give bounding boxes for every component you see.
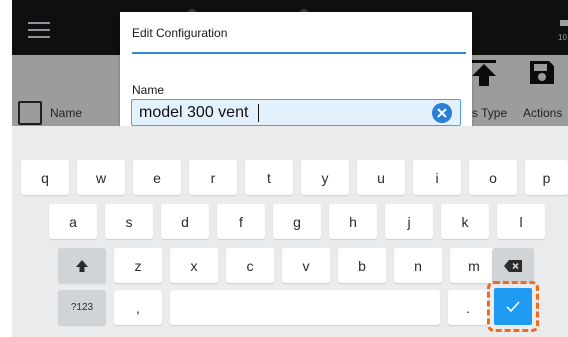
- key-x[interactable]: x: [170, 248, 218, 283]
- period-key[interactable]: .: [448, 290, 488, 325]
- shift-icon: [76, 259, 88, 272]
- hamburger-icon[interactable]: [28, 22, 50, 38]
- name-label: Name: [132, 83, 165, 97]
- space-key[interactable]: [170, 290, 440, 325]
- backspace-key[interactable]: [492, 248, 534, 283]
- save-icon[interactable]: [528, 59, 556, 86]
- status-icon: [560, 20, 568, 26]
- key-k[interactable]: k: [441, 204, 489, 239]
- key-j[interactable]: j: [385, 204, 433, 239]
- key-o[interactable]: o: [469, 160, 517, 195]
- edit-configuration-dialog: Edit Configuration Name: [120, 12, 472, 126]
- backspace-icon: [504, 259, 522, 272]
- symbols-key[interactable]: ?123: [58, 290, 106, 325]
- key-r[interactable]: r: [189, 160, 237, 195]
- device-screen: 10 Name s Type Actions Edit Configuratio…: [12, 0, 568, 337]
- key-h[interactable]: h: [329, 204, 377, 239]
- corner-text: 10: [558, 33, 567, 42]
- key-z[interactable]: z: [114, 248, 162, 283]
- key-t[interactable]: t: [245, 160, 293, 195]
- key-a[interactable]: a: [49, 204, 97, 239]
- key-g[interactable]: g: [273, 204, 321, 239]
- shift-key[interactable]: [58, 248, 106, 283]
- key-q[interactable]: q: [21, 160, 69, 195]
- on-screen-keyboard: q w e r t y u i o p a s d f g h j k l z …: [12, 126, 568, 337]
- column-header-actions: Actions: [523, 106, 563, 120]
- key-y[interactable]: y: [301, 160, 349, 195]
- clear-icon[interactable]: [432, 103, 452, 123]
- column-header-name: Name: [50, 106, 83, 120]
- done-key[interactable]: [494, 288, 532, 325]
- key-u[interactable]: u: [357, 160, 405, 195]
- checkmark-icon: [506, 301, 520, 312]
- title-divider: [132, 52, 466, 54]
- key-v[interactable]: v: [282, 248, 330, 283]
- key-b[interactable]: b: [338, 248, 386, 283]
- upload-icon[interactable]: [470, 60, 498, 86]
- key-d[interactable]: d: [161, 204, 209, 239]
- name-input[interactable]: [139, 102, 421, 124]
- column-header-type: s Type: [472, 106, 508, 120]
- key-s[interactable]: s: [105, 204, 153, 239]
- key-n[interactable]: n: [394, 248, 442, 283]
- key-e[interactable]: e: [133, 160, 181, 195]
- key-w[interactable]: w: [77, 160, 125, 195]
- select-all-checkbox[interactable]: [18, 101, 42, 125]
- key-l[interactable]: l: [497, 204, 545, 239]
- key-m[interactable]: m: [450, 248, 498, 283]
- screen-frame: 10 Name s Type Actions Edit Configuratio…: [0, 0, 568, 337]
- key-f[interactable]: f: [217, 204, 265, 239]
- key-i[interactable]: i: [413, 160, 461, 195]
- name-field[interactable]: [131, 99, 461, 126]
- dialog-title: Edit Configuration: [132, 26, 228, 40]
- key-c[interactable]: c: [226, 248, 274, 283]
- comma-key[interactable]: ,: [114, 290, 162, 325]
- key-p[interactable]: p: [525, 160, 568, 195]
- text-cursor: [258, 104, 259, 122]
